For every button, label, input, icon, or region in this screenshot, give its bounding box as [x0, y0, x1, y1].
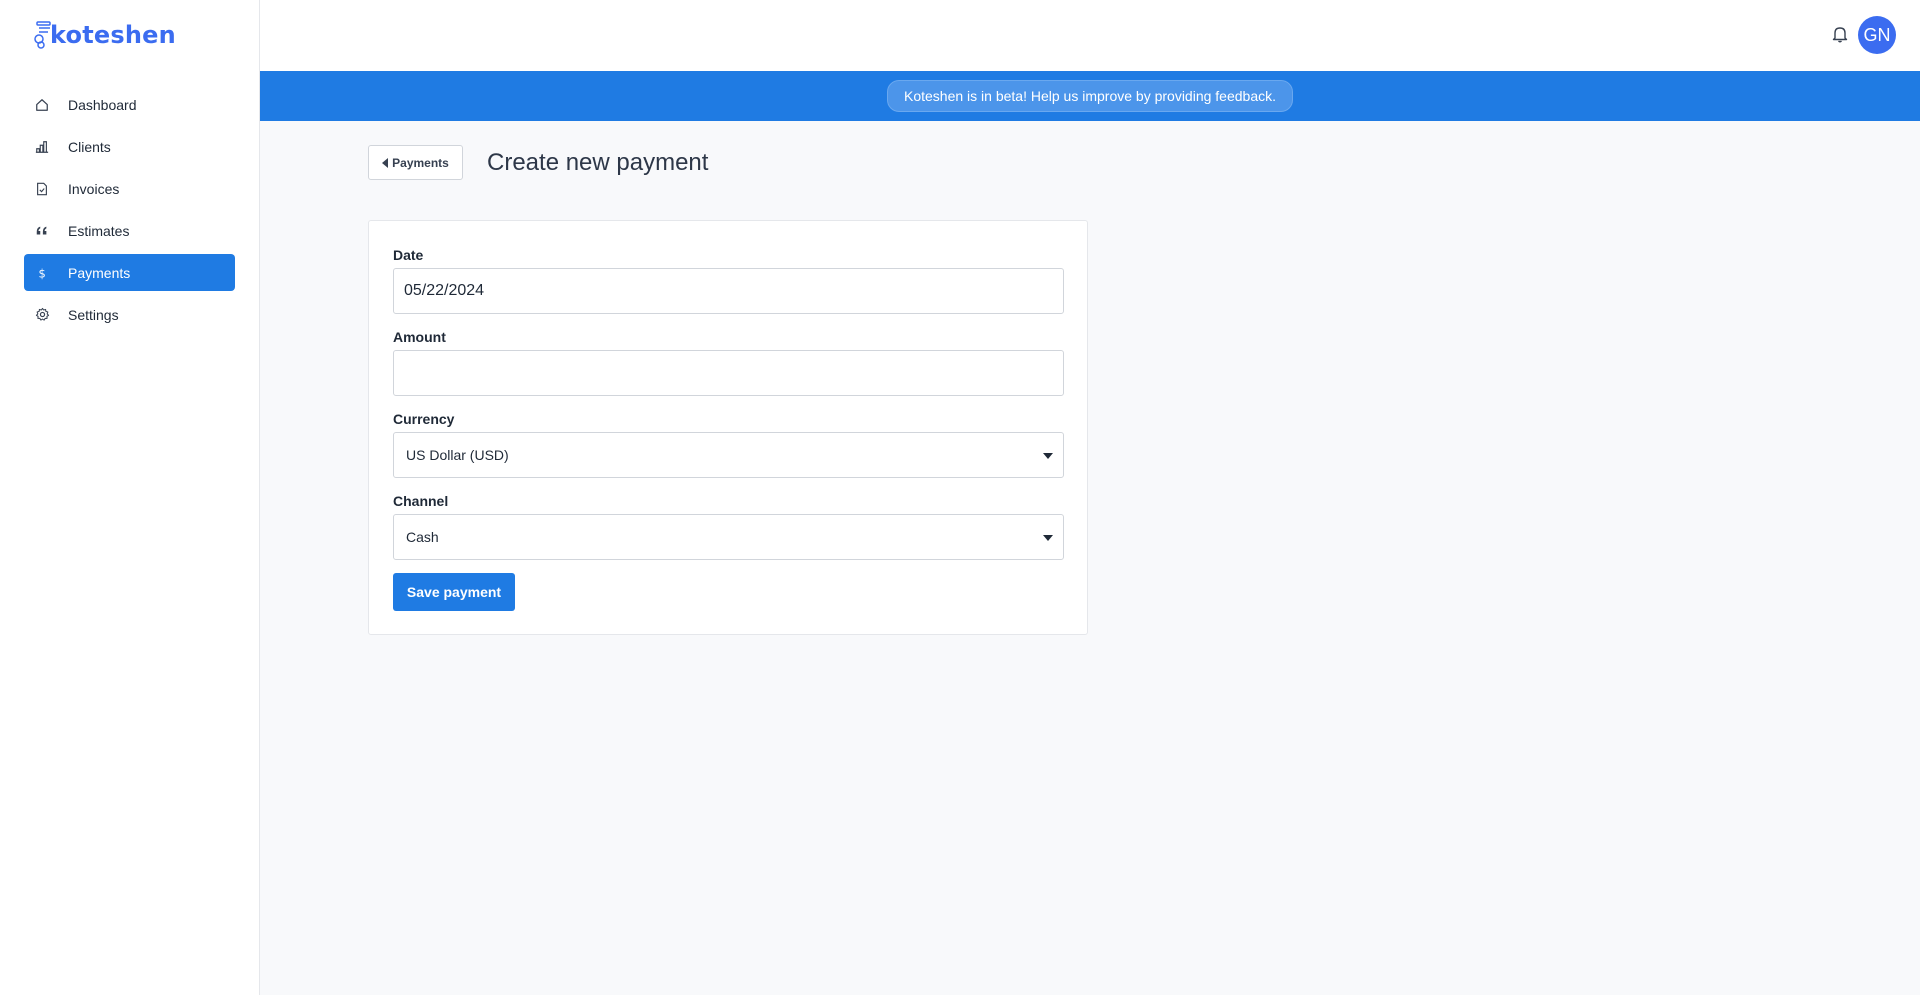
- channel-label: Channel: [393, 493, 449, 509]
- dollar-icon: $: [34, 265, 50, 281]
- sidebar: koteshen Dashboard Clients Invoices Esti…: [0, 0, 260, 995]
- currency-selected-value: US Dollar (USD): [406, 447, 509, 463]
- channel-select[interactable]: Cash: [393, 514, 1064, 560]
- svg-text:$: $: [39, 266, 46, 280]
- sidebar-item-settings[interactable]: Settings: [24, 296, 235, 333]
- logo-icon: [34, 21, 51, 49]
- payment-form: Date Amount Currency US Dollar (USD) Cha…: [368, 220, 1088, 635]
- chevron-down-icon: [1043, 535, 1053, 541]
- sidebar-item-estimates[interactable]: Estimates: [24, 212, 235, 249]
- currency-select[interactable]: US Dollar (USD): [393, 432, 1064, 478]
- sidebar-item-label: Payments: [68, 264, 131, 281]
- home-icon: [34, 97, 50, 113]
- back-to-payments-button[interactable]: Payments: [368, 145, 463, 180]
- beta-feedback-link[interactable]: Koteshen is in beta! Help us improve by …: [887, 80, 1293, 112]
- bar-chart-icon: [34, 139, 50, 155]
- quote-icon: [34, 223, 50, 239]
- amount-label: Amount: [393, 329, 446, 345]
- beta-banner: Koteshen is in beta! Help us improve by …: [260, 71, 1920, 121]
- currency-label: Currency: [393, 411, 455, 427]
- caret-left-icon: [382, 157, 389, 168]
- sidebar-item-label: Clients: [68, 138, 111, 155]
- save-payment-button[interactable]: Save payment: [393, 573, 515, 611]
- top-header: GN: [260, 0, 1920, 71]
- gear-icon: [34, 307, 50, 323]
- amount-input[interactable]: [393, 350, 1064, 396]
- sidebar-item-label: Settings: [68, 306, 119, 323]
- back-button-label: Payments: [392, 155, 449, 170]
- sidebar-nav: Dashboard Clients Invoices Estimates $ P…: [24, 86, 235, 338]
- sidebar-item-label: Dashboard: [68, 96, 137, 113]
- logo-text: koteshen: [50, 21, 176, 49]
- sidebar-item-clients[interactable]: Clients: [24, 128, 235, 165]
- chevron-down-icon: [1043, 453, 1053, 459]
- avatar[interactable]: GN: [1858, 16, 1896, 54]
- sidebar-item-payments[interactable]: $ Payments: [24, 254, 235, 291]
- sidebar-item-dashboard[interactable]: Dashboard: [24, 86, 235, 123]
- document-check-icon: [34, 181, 50, 197]
- channel-selected-value: Cash: [406, 529, 439, 545]
- date-label: Date: [393, 247, 424, 263]
- date-input[interactable]: [393, 268, 1064, 314]
- sidebar-item-invoices[interactable]: Invoices: [24, 170, 235, 207]
- app-root: koteshen Dashboard Clients Invoices Esti…: [0, 0, 1920, 995]
- sidebar-item-label: Estimates: [68, 222, 130, 239]
- logo[interactable]: koteshen: [32, 16, 176, 50]
- bell-icon[interactable]: [1832, 25, 1850, 45]
- page-title: Create new payment: [487, 149, 709, 176]
- sidebar-item-label: Invoices: [68, 180, 120, 197]
